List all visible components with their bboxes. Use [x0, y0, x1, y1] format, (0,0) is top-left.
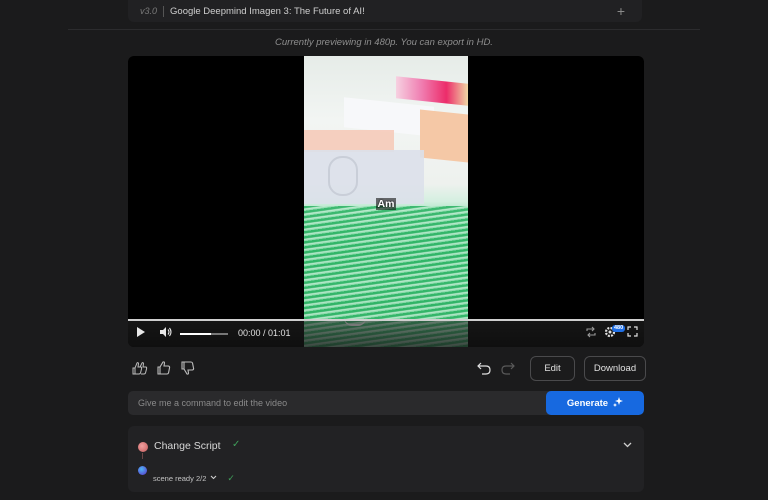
divider	[68, 29, 700, 30]
version-label: v3.0	[140, 6, 158, 16]
check-icon: ✓	[227, 473, 235, 483]
caption-text: Am	[375, 198, 397, 210]
chevron-down-icon[interactable]	[623, 440, 632, 451]
agent-avatar	[138, 466, 147, 475]
volume-fill	[180, 333, 212, 335]
subtitle-caption: Am	[128, 194, 644, 212]
player-controls: 00:00 / 01:01 480	[128, 319, 644, 347]
chevron-down-icon[interactable]	[210, 475, 217, 482]
project-title: Google Deepmind Imagen 3: The Future of …	[170, 5, 365, 17]
download-button[interactable]: Download	[584, 356, 646, 381]
task-panel: Change Script ✓ scene ready 2/2 ✓	[128, 426, 644, 492]
time-display: 00:00 / 01:01	[238, 328, 291, 338]
separator	[163, 5, 165, 17]
thumbs-down-icon[interactable]	[180, 360, 198, 378]
sparkle-icon	[613, 396, 624, 410]
project-title-bar: v3.0 Google Deepmind Imagen 3: The Futur…	[128, 0, 642, 22]
action-bar: Edit Download	[128, 356, 646, 382]
volume-icon[interactable]	[159, 326, 173, 342]
frame-detail	[396, 76, 468, 106]
volume-slider[interactable]	[180, 333, 228, 335]
redo-icon[interactable]	[500, 360, 518, 378]
check-icon: ✓	[232, 439, 241, 450]
loop-icon[interactable]	[585, 326, 597, 342]
progress-bar[interactable]	[128, 319, 644, 321]
plus-icon[interactable]: +	[612, 4, 630, 18]
video-player[interactable]: Am 00:00 / 01:01 480	[128, 56, 644, 347]
frame-detail	[420, 109, 468, 163]
task-title: Change Script	[154, 440, 221, 452]
undo-icon[interactable]	[476, 360, 494, 378]
generate-button[interactable]: Generate	[546, 391, 644, 415]
quality-badge: 480	[612, 325, 626, 332]
task-status-dot	[138, 442, 148, 452]
generate-label: Generate	[566, 397, 609, 409]
video-editor: v3.0 Google Deepmind Imagen 3: The Futur…	[0, 0, 768, 500]
thumbs-up-double-icon[interactable]	[132, 360, 150, 378]
preview-note: Currently previewing in 480p. You can ex…	[275, 37, 493, 48]
scene-status: scene ready 2/2 ✓	[153, 473, 235, 484]
fullscreen-icon[interactable]	[627, 326, 638, 341]
edit-button[interactable]: Edit	[530, 356, 575, 381]
thumbs-up-icon[interactable]	[156, 360, 174, 378]
command-input[interactable]	[128, 391, 546, 415]
scene-status-text: scene ready 2/2	[153, 474, 207, 483]
command-bar: Generate	[128, 391, 644, 415]
timeline-connector	[142, 453, 143, 459]
frame-detail	[328, 156, 358, 196]
play-icon[interactable]	[136, 326, 146, 342]
frame-detail	[304, 130, 394, 152]
